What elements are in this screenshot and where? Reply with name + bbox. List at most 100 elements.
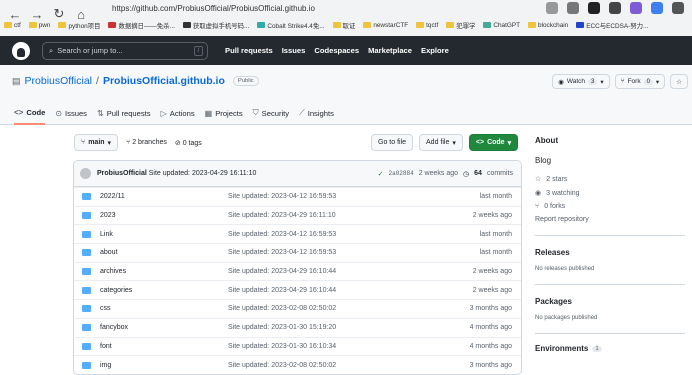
avatar[interactable] [80, 168, 91, 179]
chevron-down-icon: ▾ [600, 78, 604, 86]
tab-label: Insights [307, 108, 334, 118]
shield-icon: ⛉ [252, 108, 259, 117]
file-commit-msg[interactable]: Site updated: 2023-01-30 15:19:20 [228, 324, 336, 331]
releases-heading[interactable]: Releases [535, 248, 685, 257]
divider [535, 333, 685, 334]
play-icon[interactable] [588, 2, 600, 14]
file-commit-msg[interactable]: Site updated: 2023-04-29 16:10:44 [228, 268, 336, 275]
file-commit-msg[interactable]: Site updated: 2023-04-29 16:10:44 [228, 287, 336, 294]
repo-description: Blog [535, 156, 552, 165]
file-name[interactable]: font [100, 343, 230, 350]
file-name[interactable]: archives [100, 268, 230, 275]
nav-pull-requests[interactable]: Pull requests [225, 46, 273, 55]
star-button[interactable]: ☆ [670, 74, 688, 89]
watchers-link[interactable]: ◉ 3 watching [535, 189, 685, 198]
bookmark[interactable]: tqctf [416, 22, 438, 29]
file-date: 3 months ago [469, 305, 512, 313]
tab-pull-requests[interactable]: ⇅ Pull requests [97, 101, 151, 125]
commit-message[interactable]: Site updated: 2023-04-29 16:11:10 [149, 170, 257, 177]
commit-count[interactable]: 64 [474, 170, 482, 177]
bookmark[interactable]: 取证 [332, 21, 355, 30]
go-to-file-button[interactable]: Go to file [371, 134, 414, 151]
fork-button[interactable]: ⑂ Fork 0 ▾ [614, 74, 666, 89]
table-row: 2023 Site updated: 2023-04-29 16:11:10 2 w… [74, 205, 521, 225]
file-name[interactable]: 2022/11 [100, 193, 230, 200]
play-circle-icon: ▷ [160, 108, 167, 118]
branches-link[interactable]: ⑂ 2 branches [126, 139, 167, 146]
file-name[interactable]: Link [100, 231, 230, 238]
add-file-button[interactable]: Add file ▾ [419, 134, 463, 151]
forks-link[interactable]: ⑂ 0 forks [535, 203, 685, 210]
extension-icon[interactable] [630, 2, 642, 14]
commit-author[interactable]: ProbiusOfficial [97, 170, 147, 177]
file-name[interactable]: img [100, 362, 230, 369]
nav-marketplace[interactable]: Marketplace [368, 46, 412, 55]
bookmark[interactable]: ECC与ECDSA-努力... [576, 21, 648, 30]
file-commit-msg[interactable]: Site updated: 2023-04-12 16:59:53 [228, 231, 336, 238]
extension-icon[interactable] [672, 2, 684, 14]
nav-explore[interactable]: Explore [421, 46, 449, 55]
file-commit-msg[interactable]: Site updated: 2023-04-12 16:59:53 [228, 249, 336, 256]
file-name[interactable]: categories [100, 287, 230, 294]
tab-security[interactable]: ⛉ Security [253, 101, 289, 125]
bookmark[interactable]: ChatGPT [483, 22, 520, 29]
bookmark[interactable]: 获取虚拟手机号码... [182, 21, 249, 30]
bookmark[interactable]: pwn [28, 22, 50, 29]
github-header: ⌕ Search or jump to... / Pull requests I… [0, 36, 692, 65]
environments-heading[interactable]: Environments 1 [535, 344, 685, 353]
favorite-icon[interactable] [567, 2, 579, 14]
extension-icon[interactable] [609, 2, 621, 14]
file-name[interactable]: about [100, 249, 230, 256]
folder-icon [82, 342, 91, 350]
bookmark[interactable]: 数据摘日——免杀... [108, 21, 175, 30]
watch-label: Watch [566, 78, 586, 85]
address-bar[interactable]: https://github.com/ProbiusOfficial/Probi… [112, 2, 482, 15]
extension-icon[interactable] [651, 2, 663, 14]
add-file-label: Add file [426, 139, 450, 146]
code-button[interactable]: <> Code ▾ [468, 134, 519, 151]
tags-link[interactable]: ⊘ 0 tags [175, 139, 202, 147]
tab-projects[interactable]: ▦ Projects [205, 101, 243, 125]
tab-code[interactable]: <> Code [14, 101, 46, 125]
folder-icon [82, 212, 91, 220]
repo-name-link[interactable]: ProbiusOfficial.github.io [103, 75, 225, 87]
folder-icon [82, 305, 91, 313]
tab-issues[interactable]: ⊙ Issues [55, 101, 87, 125]
commits-label[interactable]: commits [487, 170, 513, 177]
file-commit-msg[interactable]: Site updated: 2023-02-08 02:50:02 [228, 305, 336, 312]
search-input[interactable]: ⌕ Search or jump to... / [42, 41, 208, 60]
file-date: 2 weeks ago [472, 268, 512, 276]
bookmark[interactable]: newstarCTF [363, 22, 408, 29]
bookmark[interactable]: python项目 [58, 21, 100, 30]
file-commit-msg[interactable]: Site updated: 2023-04-12 16:59:53 [228, 193, 336, 200]
latest-commit: ProbiusOfficial Site updated: 2023-04-29… [74, 161, 521, 187]
nav-codespaces[interactable]: Codespaces [314, 46, 359, 55]
file-commit-msg[interactable]: Site updated: 2023-01-30 16:10:34 [228, 343, 336, 350]
file-commit-msg[interactable]: Site updated: 2023-02-08 02:50:02 [228, 362, 336, 369]
stars-link[interactable]: ☆ 2 stars [535, 175, 685, 184]
repo-owner-link[interactable]: ProbiusOfficial [25, 75, 93, 87]
file-name[interactable]: 2023 [100, 212, 230, 219]
file-name[interactable]: fancybox [100, 324, 230, 331]
file-commit-msg[interactable]: Site updated: 2023-04-29 16:11:10 [228, 212, 336, 219]
read-aloud-icon[interactable] [546, 2, 558, 14]
bookmark[interactable]: 犯罪学 [446, 21, 475, 30]
watch-button[interactable]: ◉ Watch 3 ▾ [552, 74, 610, 89]
code-icon: <> [14, 107, 24, 117]
bookmark[interactable]: ctf [4, 22, 21, 29]
bookmark[interactable]: blockchain [528, 22, 568, 29]
bookmark[interactable]: Cobalt Strike4.4免... [257, 21, 325, 30]
branch-selector[interactable]: ⑂ main ▾ [74, 134, 119, 151]
environments-label: Environments [535, 344, 589, 353]
tab-insights[interactable]: ⟋ Insights [299, 101, 334, 125]
report-repository-link[interactable]: Report repository [535, 216, 685, 223]
nav-issues[interactable]: Issues [282, 46, 306, 55]
packages-heading[interactable]: Packages [535, 297, 685, 306]
github-logo-icon[interactable] [12, 41, 30, 60]
search-icon: ⌕ [49, 45, 54, 55]
commit-sha[interactable]: 2a02884 [389, 170, 414, 177]
tab-actions[interactable]: ▷ Actions [161, 101, 195, 125]
tab-label: Issues [65, 108, 87, 118]
browser-chrome: ← → ↻ ⌂ https://github.com/ProbiusOffici… [0, 0, 692, 36]
file-name[interactable]: css [100, 305, 230, 312]
